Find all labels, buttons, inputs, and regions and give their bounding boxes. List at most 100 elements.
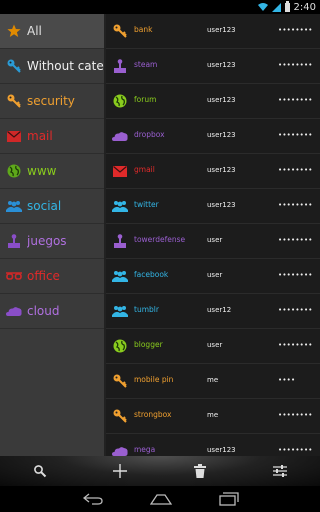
category-item[interactable]: Without categ… — [0, 49, 106, 84]
entry-username: user123 — [207, 201, 236, 209]
entry-password: •••••••• — [278, 26, 313, 34]
home-icon[interactable] — [150, 491, 172, 507]
entry-username: user123 — [207, 166, 236, 174]
category-label: office — [27, 269, 60, 283]
battery-icon — [284, 0, 290, 12]
category-item[interactable]: www — [0, 154, 106, 189]
entry-username: user123 — [207, 131, 236, 139]
entry-name: facebook — [134, 270, 169, 279]
entry-username: me — [207, 376, 219, 384]
entry-username: me — [207, 411, 219, 419]
joystick-icon — [6, 233, 22, 249]
category-label: juegos — [27, 234, 67, 248]
entry-row[interactable]: blogger user •••••••• — [106, 329, 320, 364]
globe-icon — [112, 338, 128, 354]
entry-list: bank user123 •••••••• steam user123 •••••••• f… — [106, 14, 320, 469]
entry-name: towerdefense — [134, 235, 186, 244]
entry-name: mega — [134, 445, 156, 454]
category-label: social — [27, 199, 62, 213]
key-icon — [6, 93, 22, 109]
settings-sliders-icon[interactable] — [272, 463, 288, 479]
entry-password: •••••••• — [278, 446, 313, 454]
entry-password: •••• — [278, 376, 296, 384]
category-item[interactable]: juegos — [0, 224, 106, 259]
entry-row[interactable]: steam user123 •••••••• — [106, 49, 320, 84]
key-icon — [112, 408, 128, 424]
status-bar: 2:40 — [0, 0, 320, 14]
entry-username: user — [207, 271, 223, 279]
category-label: cloud — [27, 304, 60, 318]
entry-name: gmail — [134, 165, 155, 174]
entry-password: •••••••• — [278, 201, 313, 209]
signal-icon — [271, 2, 281, 12]
category-drawer: All Without categ… security mail www social ju… — [0, 14, 106, 456]
entry-password: •••••••• — [278, 131, 313, 139]
category-item[interactable]: cloud — [0, 294, 106, 329]
entry-username: user12 — [207, 306, 232, 314]
entry-name: dropbox — [134, 130, 165, 139]
entry-username: user — [207, 236, 223, 244]
people-icon — [112, 303, 128, 319]
add-icon[interactable] — [112, 463, 128, 479]
entry-row[interactable]: facebook user •••••••• — [106, 259, 320, 294]
globe-icon — [6, 163, 22, 179]
key-icon — [6, 58, 22, 74]
entry-username: user123 — [207, 446, 236, 454]
key-icon — [112, 23, 128, 39]
entry-row[interactable]: gmail user123 •••••••• — [106, 154, 320, 189]
entry-username: user123 — [207, 26, 236, 34]
entry-password: •••••••• — [278, 306, 313, 314]
entry-name: bank — [134, 25, 153, 34]
entry-name: strongbox — [134, 410, 172, 419]
people-icon — [6, 198, 22, 214]
entry-password: •••••••• — [278, 236, 313, 244]
trash-icon[interactable] — [192, 463, 208, 479]
cloud-icon — [112, 128, 128, 144]
category-label: security — [27, 94, 75, 108]
people-icon — [112, 268, 128, 284]
entry-username: user123 — [207, 96, 236, 104]
joystick-icon — [112, 233, 128, 249]
mail-icon — [112, 163, 128, 179]
category-label: www — [27, 164, 57, 178]
entry-row[interactable]: mobile pin me •••• — [106, 364, 320, 399]
people-icon — [112, 198, 128, 214]
category-label: Without categ… — [27, 59, 105, 73]
entry-name: blogger — [134, 340, 163, 349]
entry-row[interactable]: forum user123 •••••••• — [106, 84, 320, 119]
entry-name: steam — [134, 60, 158, 69]
entry-row[interactable]: bank user123 •••••••• — [106, 14, 320, 49]
entry-password: •••••••• — [278, 96, 313, 104]
entry-name: tumblr — [134, 305, 159, 314]
entry-row[interactable]: strongbox me •••••••• — [106, 399, 320, 434]
category-item[interactable]: social — [0, 189, 106, 224]
category-item[interactable]: mail — [0, 119, 106, 154]
entry-row[interactable]: towerdefense user •••••••• — [106, 224, 320, 259]
glasses-icon — [6, 268, 22, 284]
clock: 2:40 — [293, 1, 316, 13]
entry-password: •••••••• — [278, 341, 313, 349]
entry-name: twitter — [134, 200, 159, 209]
key-icon — [112, 373, 128, 389]
entry-password: •••••••• — [278, 166, 313, 174]
category-item[interactable]: office — [0, 259, 106, 294]
mail-icon — [6, 128, 22, 144]
search-icon[interactable] — [32, 463, 48, 479]
entry-password: •••••••• — [278, 271, 313, 279]
entry-password: •••••••• — [278, 411, 313, 419]
category-item[interactable]: All — [0, 14, 106, 49]
back-icon[interactable] — [82, 491, 104, 507]
recents-icon[interactable] — [218, 491, 240, 507]
category-item[interactable]: security — [0, 84, 106, 119]
entry-row[interactable]: twitter user123 •••••••• — [106, 189, 320, 224]
navigation-bar — [0, 486, 320, 512]
entry-row[interactable]: tumblr user12 •••••••• — [106, 294, 320, 329]
entry-row[interactable]: dropbox user123 •••••••• — [106, 119, 320, 154]
entry-password: •••••••• — [278, 61, 313, 69]
cloud-icon — [6, 303, 22, 319]
entry-username: user — [207, 341, 223, 349]
joystick-icon — [112, 58, 128, 74]
category-label: mail — [27, 129, 53, 143]
entry-name: mobile pin — [134, 375, 174, 384]
action-bar — [0, 456, 320, 486]
